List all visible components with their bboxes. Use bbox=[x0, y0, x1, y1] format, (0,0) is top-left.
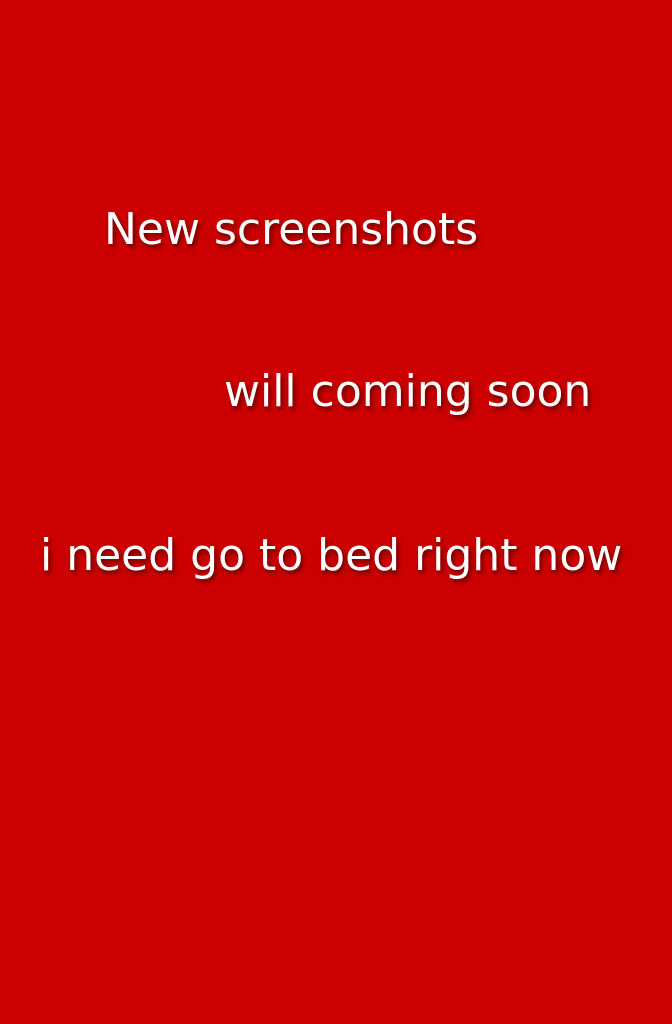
headline-will-coming-soon: will coming soon bbox=[224, 366, 592, 417]
headline-new-screenshots: New screenshots bbox=[104, 204, 479, 255]
red-background-canvas: New screenshots will coming soon i need … bbox=[0, 0, 672, 1024]
headline-go-to-bed: i need go to bed right now bbox=[40, 530, 623, 581]
